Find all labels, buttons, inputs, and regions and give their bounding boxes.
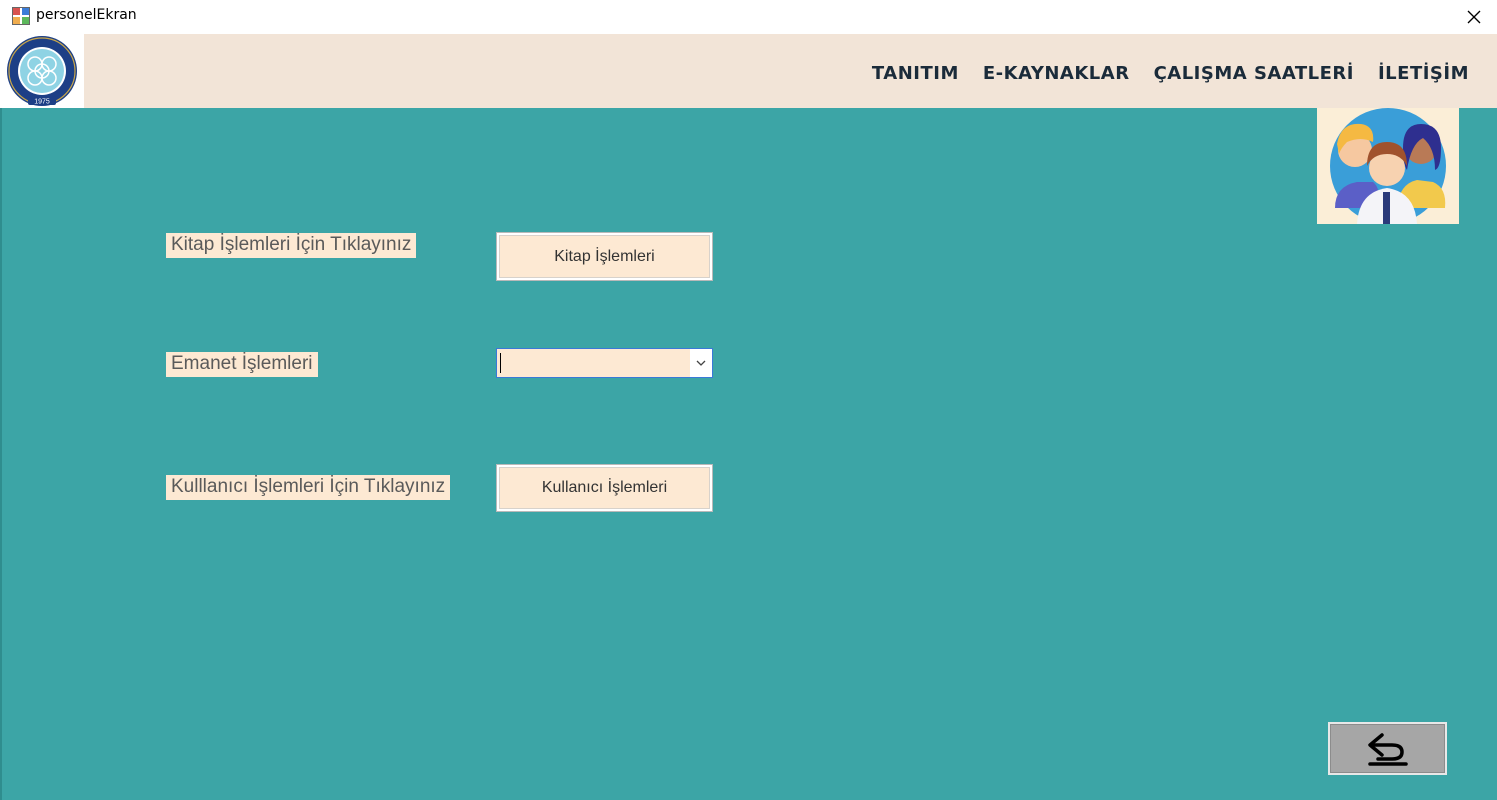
personel-window: personelEkran 1975 TANITIM E-KAYNAKLAR Ç… xyxy=(0,0,1497,800)
logo-year: 1975 xyxy=(34,99,50,106)
emanet-islemleri-select[interactable] xyxy=(496,348,713,378)
back-button[interactable] xyxy=(1328,722,1447,775)
close-button[interactable] xyxy=(1451,0,1497,34)
nav-e-kaynaklar[interactable]: E-KAYNAKLAR xyxy=(983,63,1130,84)
kullanici-islemleri-label: Kulllanıcı İşlemleri İçin Tıklayınız xyxy=(166,475,451,500)
nav-calisma-saatleri[interactable]: ÇALIŞMA SAATLERİ xyxy=(1154,63,1354,84)
dropdown-toggle[interactable] xyxy=(690,349,712,377)
kitap-islemleri-button-label: Kitap İşlemleri xyxy=(554,247,655,265)
nav-iletisim[interactable]: İLETİŞİM xyxy=(1378,63,1469,84)
kitap-islemleri-label: Kitap İşlemleri İçin Tıklayınız xyxy=(166,233,417,258)
kullanici-islemleri-button-label: Kullanıcı İşlemleri xyxy=(541,479,668,496)
window-edge xyxy=(0,108,2,800)
kullanici-islemleri-button[interactable]: Kullanıcı İşlemleri xyxy=(496,464,713,512)
staff-group-icon xyxy=(1330,108,1446,224)
text-cursor xyxy=(500,353,501,373)
top-navigation: TANITIM E-KAYNAKLAR ÇALIŞMA SAATLERİ İLE… xyxy=(872,63,1469,84)
staff-avatar xyxy=(1317,108,1459,224)
university-logo: 1975 xyxy=(0,34,84,108)
nav-tanitim[interactable]: TANITIM xyxy=(872,63,959,84)
chevron-down-icon xyxy=(696,360,706,366)
main-panel xyxy=(0,108,1497,800)
title-bar: personelEkran xyxy=(0,0,1497,34)
kitap-islemleri-button[interactable]: Kitap İşlemleri xyxy=(496,232,713,281)
university-seal-icon: 1975 xyxy=(7,36,77,106)
app-icon xyxy=(12,7,30,25)
close-icon xyxy=(1467,10,1481,24)
emanet-islemleri-label: Emanet İşlemleri xyxy=(166,352,318,377)
window-title: personelEkran xyxy=(36,7,137,23)
back-arrow-icon xyxy=(1367,732,1408,766)
